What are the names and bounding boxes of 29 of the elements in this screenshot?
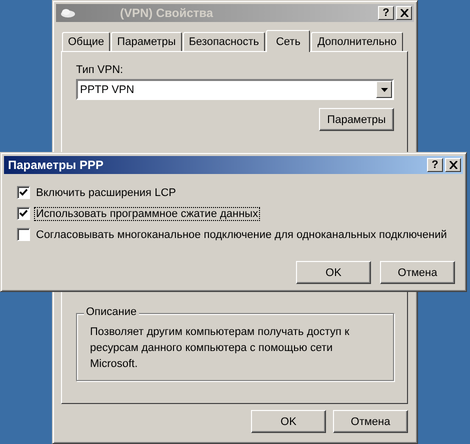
settings-button[interactable]: Параметры [319,108,394,131]
close-icon [400,9,408,17]
checkbox[interactable] [17,207,30,220]
close-icon [448,161,458,169]
vpn-type-dropdown[interactable]: PPTP VPN [76,79,394,100]
help-button[interactable]: ? [378,6,394,20]
dialog-button[interactable]: Отмена [380,261,455,284]
close-button[interactable] [396,6,412,20]
tab[interactable]: Сеть [266,30,310,52]
tab[interactable]: Дополнительно [311,32,403,51]
checkbox[interactable] [17,228,30,241]
description-text: Позволяет другим компьютерам получать доступ к ресурсам данного компьютера с помощью сети Microsoft. [90,325,350,372]
window-title: Параметры PPP [7,158,104,172]
checkbox[interactable] [17,186,30,199]
network-icon [60,8,76,18]
tab[interactable]: Общие [62,32,110,51]
tab[interactable]: Безопасность [182,32,265,51]
help-button[interactable]: ? [427,158,443,172]
group-title: Описание [84,306,139,318]
close-button[interactable] [445,158,461,172]
dialog-button[interactable]: OK [251,410,326,433]
vpn-type-label: Тип VPN: [76,64,124,76]
dialog-button[interactable]: OK [296,261,371,284]
checkbox-label[interactable]: Согласовывать многоканальное подключение для одноканальных подключений [35,228,448,240]
window-title: (VPN) Свойства [119,6,214,20]
dialog-button[interactable]: Отмена [333,410,408,433]
tab[interactable]: Параметры [111,32,182,51]
checkbox-label[interactable]: Использовать программное сжатие данных [35,208,260,220]
checkbox-label[interactable]: Включить расширения LCP [35,186,177,198]
